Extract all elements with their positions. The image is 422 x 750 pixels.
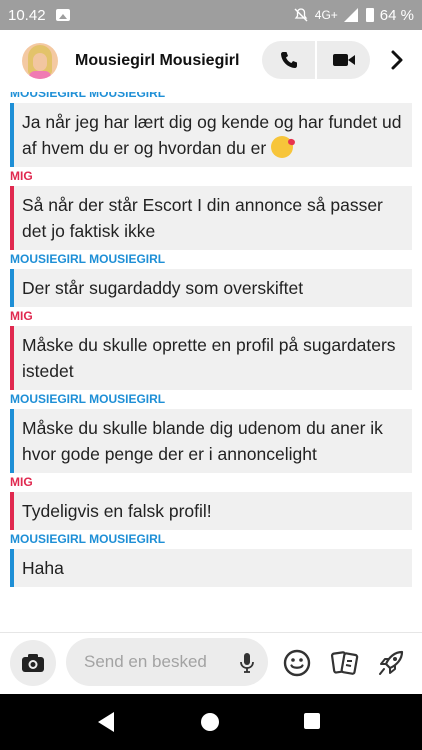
- image-notification-icon: [55, 9, 70, 21]
- cards-icon: [330, 651, 359, 675]
- battery-percent: 64 %: [379, 6, 414, 24]
- video-camera-icon: [332, 54, 355, 66]
- message-bubble[interactable]: Tydeligvis en falsk profil!: [10, 492, 412, 530]
- status-time: 10.42: [8, 6, 46, 24]
- system-navigation-bar: [0, 694, 422, 750]
- cards-button[interactable]: [330, 648, 360, 678]
- message-text: Ja når jeg har lært dig og kende og har …: [22, 112, 402, 158]
- message-bubble[interactable]: Så når der står Escort I din annonce så …: [10, 186, 412, 250]
- message-bubble[interactable]: Haha: [10, 549, 412, 587]
- message-group: MIG Så når der står Escort I din annonce…: [0, 169, 422, 250]
- battery-icon: [365, 8, 374, 22]
- message-text: Der står sugardaddy som overskiftet: [22, 278, 304, 298]
- camera-button[interactable]: [10, 640, 56, 686]
- message-bubble[interactable]: Måske du skulle oprette en profil på sug…: [10, 326, 412, 390]
- chevron-right-icon[interactable]: [386, 47, 408, 73]
- chat-title[interactable]: Mousiegirl Mousiegirl: [75, 52, 239, 70]
- message-text: Tydeligvis en falsk profil!: [22, 501, 212, 521]
- message-group: MOUSIEGIRL MOUSIEGIRL Måske du skulle bl…: [0, 392, 422, 473]
- smiley-icon: [283, 649, 311, 677]
- sender-label: MOUSIEGIRL MOUSIEGIRL: [10, 92, 166, 100]
- composer-bar: [0, 632, 422, 694]
- sender-label: MIG: [10, 169, 33, 183]
- message-text: Måske du skulle oprette en profil på sug…: [22, 335, 396, 381]
- message-input-container: [66, 638, 268, 686]
- camera-icon: [22, 654, 44, 672]
- message-group: MOUSIEGIRL MOUSIEGIRL Der står sugardadd…: [0, 252, 422, 307]
- message-group: MOUSIEGIRL MOUSIEGIRL Haha: [0, 532, 422, 587]
- message-bubble[interactable]: Ja når jeg har lært dig og kende og har …: [10, 103, 412, 167]
- avatar[interactable]: [22, 43, 58, 79]
- phone-icon: [280, 52, 297, 68]
- rocket-icon: [379, 650, 404, 675]
- call-controls: [262, 41, 370, 79]
- status-right: 4G+ 64 %: [293, 7, 414, 24]
- message-group: MIG Tydeligvis en falsk profil!: [0, 475, 422, 530]
- chat-header: Mousiegirl Mousiegirl: [0, 30, 422, 92]
- message-group: MOUSIEGIRL MOUSIEGIRL Ja når jeg har lær…: [0, 92, 422, 167]
- message-text: Måske du skulle blande dig udenom du ane…: [22, 418, 383, 464]
- recent-apps-icon[interactable]: [304, 713, 320, 729]
- message-bubble[interactable]: Der står sugardaddy som overskiftet: [10, 269, 412, 307]
- network-type: 4G+: [314, 8, 338, 22]
- sender-label: MIG: [10, 309, 33, 323]
- message-bubble[interactable]: Måske du skulle blande dig udenom du ane…: [10, 409, 412, 473]
- message-text: Så når der står Escort I din annonce så …: [22, 195, 383, 241]
- mute-icon: [294, 8, 308, 22]
- message-text: Haha: [22, 558, 64, 578]
- kissing-face-emoji-icon: [271, 136, 294, 158]
- home-icon[interactable]: [201, 713, 219, 731]
- message-group: MIG Måske du skulle oprette en profil på…: [0, 309, 422, 390]
- back-icon[interactable]: [98, 712, 114, 732]
- status-bar: 10.42 4G+ 64 %: [0, 0, 422, 30]
- message-input[interactable]: [84, 652, 224, 672]
- sender-label: MIG: [10, 475, 33, 489]
- microphone-icon[interactable]: [240, 652, 254, 679]
- voice-call-button[interactable]: [262, 41, 315, 79]
- games-button[interactable]: [377, 648, 407, 678]
- video-call-button[interactable]: [317, 41, 370, 79]
- emoji-button[interactable]: [282, 648, 312, 678]
- sender-label: MOUSIEGIRL MOUSIEGIRL: [10, 532, 166, 546]
- sender-label: MOUSIEGIRL MOUSIEGIRL: [10, 252, 166, 266]
- signal-icon: [343, 8, 358, 22]
- chat-messages: MOUSIEGIRL MOUSIEGIRL Ja når jeg har lær…: [0, 92, 422, 632]
- sender-label: MOUSIEGIRL MOUSIEGIRL: [10, 392, 166, 406]
